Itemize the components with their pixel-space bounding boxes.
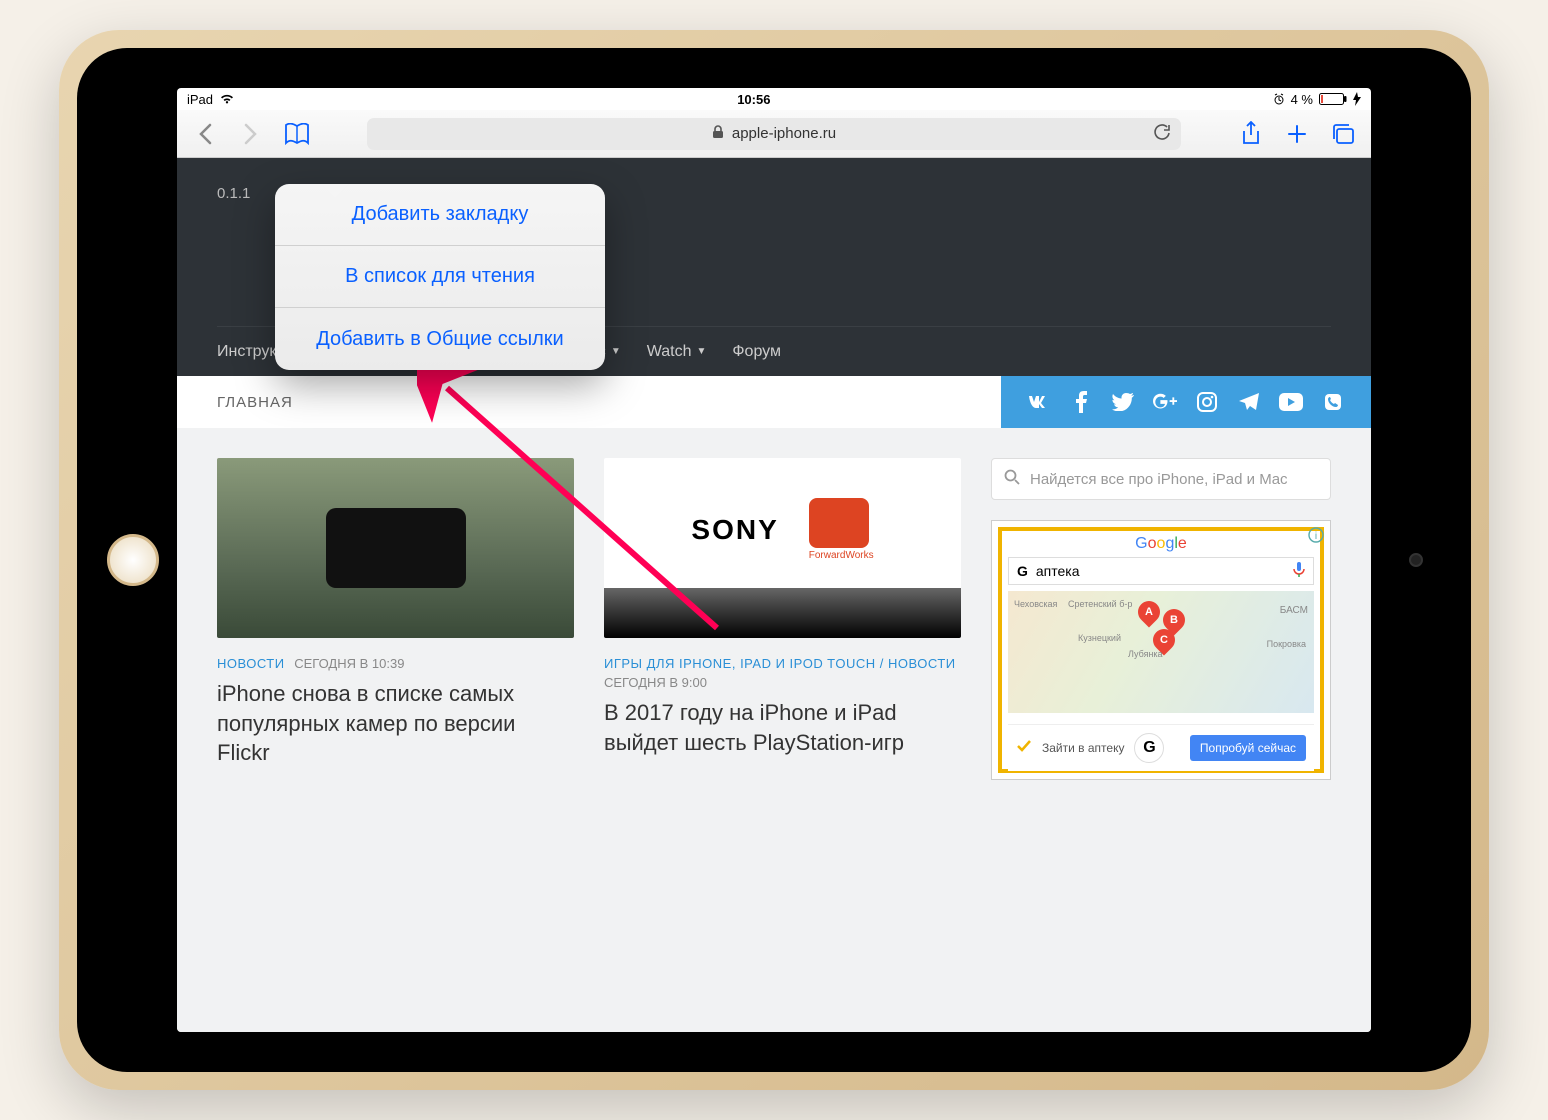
ad-search-bar: G аптека — [1008, 557, 1314, 585]
article-image — [217, 458, 574, 638]
ipad-frame: iPad 10:56 4 % — [59, 30, 1489, 1090]
map-label: БАСМ — [1280, 605, 1308, 616]
article-card[interactable]: SONY ForwardWorks ИГРЫ ДЛЯ IPHONE, IPAD … — [604, 458, 961, 780]
ad-widget[interactable]: i Google G аптека — [991, 520, 1331, 780]
share-button[interactable] — [1235, 118, 1267, 150]
article-time: СЕГОДНЯ В 9:00 — [604, 675, 961, 690]
article-category[interactable]: НОВОСТИ — [888, 656, 956, 671]
forward-button — [235, 118, 267, 150]
safari-toolbar: apple-iphone.ru — [177, 110, 1371, 158]
clock: 10:56 — [737, 92, 770, 107]
forwardworks-logo — [809, 498, 869, 548]
refresh-button[interactable] — [1153, 123, 1171, 145]
svg-text:i: i — [1315, 531, 1317, 542]
ipad-bezel: iPad 10:56 4 % — [77, 48, 1471, 1072]
google-g-icon: G — [1017, 563, 1028, 579]
nav-label: Форум — [732, 343, 781, 361]
instagram-icon[interactable] — [1195, 390, 1219, 414]
charging-icon — [1353, 92, 1361, 106]
wifi-icon — [219, 93, 235, 105]
status-bar: iPad 10:56 4 % — [177, 88, 1371, 110]
device-label: iPad — [187, 92, 213, 107]
battery-percent: 4 % — [1291, 92, 1313, 107]
article-meta: ИГРЫ ДЛЯ IPHONE, IPAD И IPOD TOUCH / НОВ… — [604, 656, 961, 690]
topnav-item[interactable]: 0.1.1 — [217, 185, 250, 202]
telegram-icon[interactable] — [1237, 390, 1261, 414]
vk-icon[interactable] — [1027, 390, 1051, 414]
twitter-icon[interactable] — [1111, 390, 1135, 414]
article-category[interactable]: ИГРЫ ДЛЯ IPHONE, IPAD И IPOD TOUCH — [604, 656, 876, 671]
search-icon — [1004, 469, 1020, 489]
nav-item[interactable]: Форум — [732, 343, 781, 361]
address-bar[interactable]: apple-iphone.ru — [367, 118, 1181, 150]
article-meta: НОВОСТИ СЕГОДНЯ В 10:39 — [217, 656, 574, 671]
tabs-button[interactable] — [1327, 118, 1359, 150]
chevron-down-icon: ▼ — [611, 346, 621, 357]
screen: iPad 10:56 4 % — [177, 88, 1371, 1032]
google-g-icon: G — [1134, 733, 1164, 763]
add-shared-links-item[interactable]: Добавить в Общие ссылки — [275, 308, 605, 370]
youtube-icon[interactable] — [1279, 390, 1303, 414]
nav-item[interactable]: Watch ▼ — [647, 343, 707, 361]
lock-icon — [712, 125, 724, 143]
sony-logo: SONY — [691, 514, 778, 546]
phone-icon[interactable] — [1321, 390, 1345, 414]
search-input[interactable]: Найдется все про iPhone, iPad и Mac — [991, 458, 1331, 500]
map-label: Кузнецкий — [1078, 633, 1121, 643]
social-bar — [1001, 376, 1371, 428]
map-pin: A — [1133, 596, 1164, 627]
facebook-icon[interactable] — [1069, 390, 1093, 414]
article-list: НОВОСТИ СЕГОДНЯ В 10:39 iPhone снова в с… — [217, 458, 961, 780]
chevron-down-icon: ▼ — [696, 346, 706, 357]
article-title[interactable]: iPhone снова в списке самых популярных к… — [217, 679, 574, 768]
battery-icon — [1319, 93, 1347, 105]
article-card[interactable]: НОВОСТИ СЕГОДНЯ В 10:39 iPhone снова в с… — [217, 458, 574, 780]
article-title[interactable]: В 2017 году на iPhone и iPad выйдет шест… — [604, 698, 961, 757]
nav-label: Watch — [647, 343, 692, 361]
googleplus-icon[interactable] — [1153, 390, 1177, 414]
add-reading-list-item[interactable]: В список для чтения — [275, 246, 605, 308]
fw-label: ForwardWorks — [809, 550, 874, 561]
add-bookmark-item[interactable]: Добавить закладку — [275, 184, 605, 246]
bookmarks-popover: Добавить закладку В список для чтения До… — [275, 184, 605, 370]
map-label: Чеховская — [1014, 599, 1057, 609]
url-text: apple-iphone.ru — [732, 125, 836, 142]
map-label: Сретенский б-р — [1068, 599, 1132, 609]
front-camera — [1409, 553, 1423, 567]
content-main: НОВОСТИ СЕГОДНЯ В 10:39 iPhone снова в с… — [177, 428, 1371, 810]
content-bar: ГЛАВНАЯ — [177, 376, 1371, 428]
ad-footer: Зайти в аптеку G Попробуй сейчас — [1008, 724, 1314, 771]
separator: / — [876, 656, 888, 671]
ad-info-icon[interactable]: i — [1308, 527, 1324, 543]
breadcrumb: ГЛАВНАЯ — [177, 376, 1001, 428]
check-icon — [1016, 739, 1032, 758]
search-placeholder: Найдется все про iPhone, iPad и Mac — [1030, 471, 1288, 488]
new-tab-button[interactable] — [1281, 118, 1313, 150]
ad-footer-text: Зайти в аптеку — [1042, 741, 1124, 755]
alarm-icon — [1273, 93, 1285, 105]
google-logo: Google — [1002, 531, 1320, 557]
try-now-button[interactable]: Попробуй сейчас — [1190, 735, 1306, 761]
home-button[interactable] — [107, 534, 159, 586]
article-time: СЕГОДНЯ В 10:39 — [294, 656, 404, 671]
article-image: SONY ForwardWorks — [604, 458, 961, 638]
mic-icon — [1293, 562, 1305, 581]
back-button[interactable] — [189, 118, 221, 150]
sidebar: Найдется все про iPhone, iPad и Mac i Go… — [991, 458, 1331, 780]
ad-query: аптека — [1036, 563, 1080, 579]
bookmarks-button[interactable] — [281, 118, 313, 150]
map-label: Лубянка — [1128, 649, 1163, 659]
map-label: Покровка — [1267, 639, 1306, 649]
ad-map: A B C Чеховская Сретенский б-р Кузнецкий… — [1008, 591, 1314, 713]
article-category[interactable]: НОВОСТИ — [217, 656, 285, 671]
